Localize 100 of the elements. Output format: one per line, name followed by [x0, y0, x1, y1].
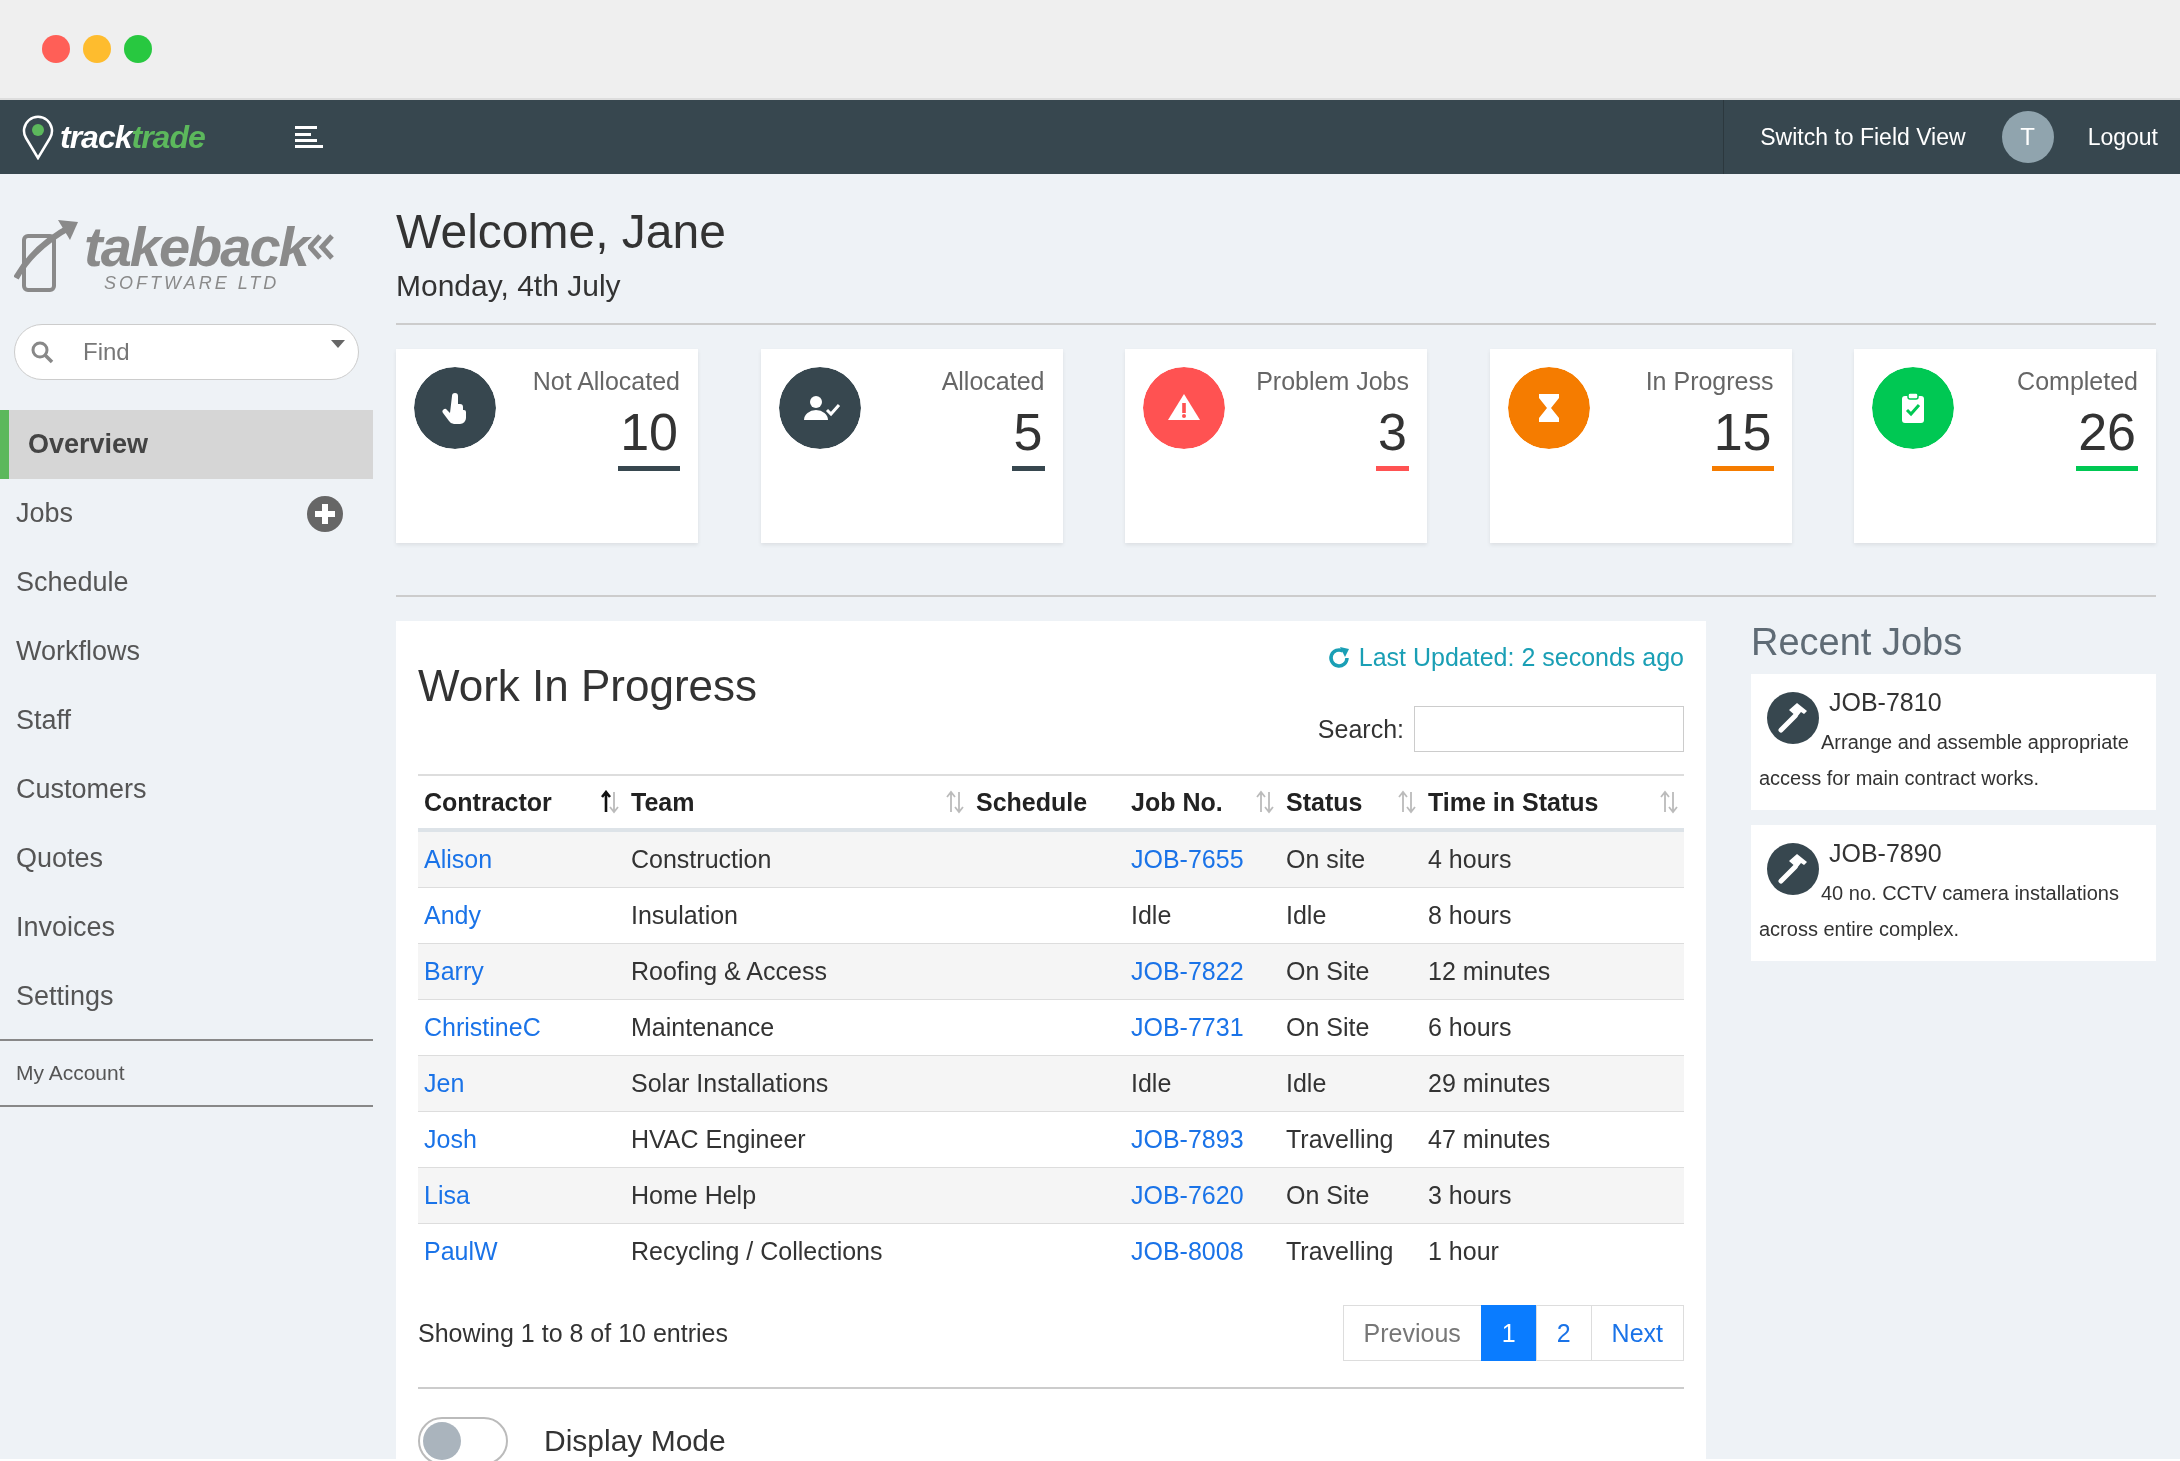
my-account-link[interactable]: My Account — [0, 1041, 373, 1105]
entries-info: Showing 1 to 8 of 10 entries — [418, 1318, 728, 1348]
pagination-button[interactable]: 1 — [1480, 1305, 1537, 1361]
dropdown-caret-icon[interactable] — [331, 340, 345, 348]
table-cell: On Site — [1286, 957, 1370, 985]
search-icon — [30, 340, 54, 364]
hammer-icon — [1767, 843, 1819, 895]
job-link[interactable]: JOB-8008 — [1131, 1237, 1244, 1265]
contractor-link[interactable]: Alison — [424, 845, 493, 873]
sidebar-item[interactable]: Staff — [0, 686, 373, 755]
zoom-window-button[interactable] — [124, 35, 152, 63]
job-description: 40 no. CCTV camera installations across entire complex. — [1759, 881, 2120, 942]
contractor-link[interactable]: Andy — [424, 901, 481, 929]
stat-label: Allocated — [941, 367, 1045, 396]
sidebar-item[interactable]: Workflows — [0, 617, 373, 686]
add-icon[interactable] — [307, 495, 343, 532]
pagination-button[interactable]: Next — [1590, 1305, 1684, 1361]
column-header[interactable]: Time in Status — [1428, 787, 1599, 817]
table-cell: Travelling — [1286, 1237, 1394, 1265]
table-cell: 3 hours — [1428, 1181, 1512, 1209]
table-cell: On site — [1286, 845, 1366, 873]
stat-value: 26 — [2076, 402, 2138, 471]
table-cell: Insulation — [631, 901, 739, 929]
stat-label: Not Allocated — [532, 367, 680, 396]
stat-card[interactable]: Not Allocated 10 — [396, 349, 698, 543]
stat-card[interactable]: Allocated 5 — [760, 349, 1063, 543]
job-link[interactable]: JOB-7731 — [1131, 1013, 1244, 1041]
welcome-heading: Welcome, Jane — [396, 204, 727, 259]
table-cell: 12 minutes — [1428, 957, 1551, 985]
table-cell: Construction — [631, 845, 772, 873]
contractor-link[interactable]: Josh — [424, 1125, 477, 1153]
location-pin-icon — [22, 114, 54, 160]
table-cell: 8 hours — [1428, 901, 1512, 929]
search-field[interactable] — [1414, 706, 1684, 752]
table-cell: Idle — [1286, 1069, 1327, 1097]
contractor-link[interactable]: ChristineC — [424, 1013, 541, 1041]
search-label: Search: — [1317, 714, 1404, 744]
contractor-link[interactable]: Barry — [424, 957, 484, 985]
minimize-window-button[interactable] — [83, 35, 111, 63]
table-cell: Solar Installations — [631, 1069, 829, 1097]
pagination-button[interactable]: 2 — [1535, 1305, 1592, 1361]
stat-value: 5 — [1011, 402, 1045, 471]
sidebar-item[interactable]: Overview — [0, 410, 373, 479]
column-header[interactable]: Contractor — [424, 787, 552, 817]
contractor-link[interactable]: PaulW — [424, 1237, 498, 1265]
sidebar-item[interactable]: Jobs — [0, 479, 307, 548]
table-cell: Idle — [1131, 901, 1172, 929]
table-cell: Idle — [1131, 1069, 1172, 1097]
recent-job-card[interactable]: JOB-7890 40 no. CCTV camera installations across entire complex. — [1751, 825, 2156, 961]
table-cell: 4 hours — [1428, 845, 1512, 873]
table-cell: Home Help — [631, 1181, 757, 1209]
table-cell: Maintenance — [631, 1013, 775, 1041]
panel-title: Work In Progress — [418, 661, 758, 711]
logout-link[interactable]: Logout — [2087, 123, 2158, 151]
column-header[interactable]: Schedule — [976, 787, 1088, 817]
menu-icon[interactable] — [294, 125, 323, 149]
stat-label: In Progress — [1645, 367, 1774, 396]
sidebar-item[interactable]: Settings — [0, 962, 373, 1031]
sidebar-item[interactable]: Customers — [0, 755, 373, 824]
sidebar-item[interactable]: Quotes — [0, 824, 373, 893]
job-link[interactable]: JOB-7893 — [1131, 1125, 1244, 1153]
stat-card[interactable]: Completed 26 — [1854, 349, 2156, 543]
close-window-button[interactable] — [42, 35, 70, 63]
job-description: Arrange and assemble appropriate access for main contract works. — [1759, 730, 2130, 791]
stat-value: 15 — [1711, 402, 1774, 471]
sidebar-item[interactable]: Schedule — [0, 548, 373, 617]
table-cell: Roofing & Access — [631, 957, 827, 985]
contractor-link[interactable]: Lisa — [424, 1181, 470, 1209]
company-logo-subtitle: SOFTWARE LTD — [104, 273, 281, 294]
date-text: Monday, 4th July — [396, 269, 622, 303]
table-cell: 6 hours — [1428, 1013, 1512, 1041]
contractor-link[interactable]: Jen — [424, 1069, 465, 1097]
table-cell: 47 minutes — [1428, 1125, 1551, 1153]
stat-card[interactable]: Problem Jobs 3 — [1125, 349, 1427, 543]
table-cell: On Site — [1286, 1181, 1370, 1209]
job-number: JOB-7890 — [1829, 839, 1942, 868]
stat-card[interactable]: In Progress 15 — [1489, 349, 1792, 543]
display-mode-toggle[interactable] — [418, 1417, 508, 1461]
column-header[interactable]: Job No. — [1131, 787, 1223, 817]
stat-value: 3 — [1376, 402, 1409, 471]
stat-label: Completed — [2017, 367, 2138, 396]
table-cell: Idle — [1286, 901, 1327, 929]
hammer-icon — [1767, 692, 1819, 744]
column-header[interactable]: Team — [631, 787, 695, 817]
table-cell: On Site — [1286, 1013, 1370, 1041]
table-cell: Recycling / Collections — [631, 1237, 883, 1265]
stat-value: 10 — [618, 402, 680, 471]
find-field[interactable]: Find — [14, 324, 359, 380]
column-header[interactable]: Status — [1286, 787, 1363, 817]
brand-logo: tracktrade — [60, 118, 205, 156]
sidebar-item[interactable]: Invoices — [0, 893, 373, 962]
refresh-icon[interactable] — [1326, 645, 1351, 670]
stat-label: Problem Jobs — [1256, 367, 1409, 396]
recent-jobs-heading: Recent Jobs — [1751, 621, 1964, 664]
recent-job-card[interactable]: JOB-7810 Arrange and assemble appropriate access for main contract works. — [1751, 674, 2156, 810]
table-cell: HVAC Engineer — [631, 1125, 806, 1153]
switch-view-link[interactable]: Switch to Field View — [1760, 123, 1966, 151]
sort-icon[interactable] — [601, 790, 619, 814]
table-cell: 1 hour — [1428, 1237, 1499, 1265]
table-cell: 29 minutes — [1428, 1069, 1551, 1097]
